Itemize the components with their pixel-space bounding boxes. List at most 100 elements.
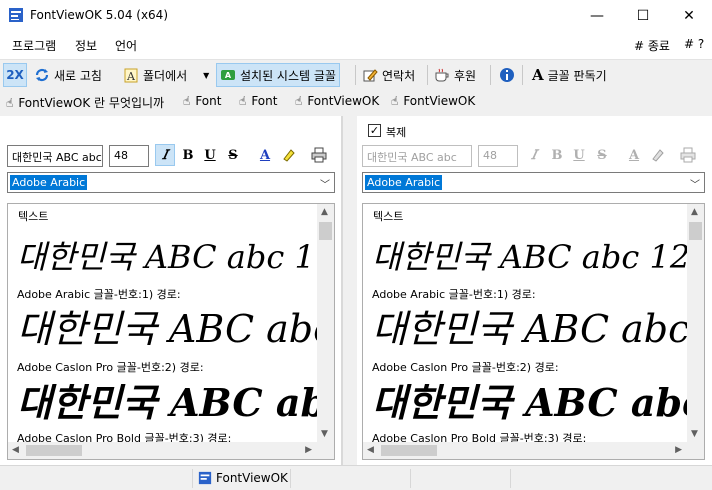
- scroll-thumb[interactable]: [381, 445, 437, 456]
- copy-checkbox[interactable]: ✓: [368, 124, 381, 137]
- donate-button[interactable]: 후원: [431, 63, 479, 87]
- status-label: FontViewOK: [216, 471, 288, 485]
- link-label: FontViewOK 란 무엇입니까: [18, 96, 165, 110]
- info-icon: [500, 68, 514, 82]
- right-preview-area[interactable]: 텍스트 대한민국 ABC abc 12 Adobe Arabic 글꼴-번호:1…: [362, 203, 705, 460]
- scroll-left-icon[interactable]: ◀: [367, 445, 374, 455]
- left-sample-text-input[interactable]: 대한민국 ABC abc: [7, 145, 103, 167]
- contact-button[interactable]: 연락처: [359, 63, 418, 87]
- scroll-right-icon[interactable]: ▶: [305, 445, 312, 455]
- menu-info[interactable]: 정보: [75, 37, 97, 54]
- toolbar-divider: [490, 65, 491, 85]
- pencil-icon: [363, 69, 378, 82]
- horizontal-scrollbar[interactable]: ◀ ▶: [8, 442, 334, 459]
- chevron-down-icon: ﹀: [320, 180, 330, 191]
- chevron-down-icon[interactable]: ▼: [203, 71, 209, 80]
- left-font-dropdown[interactable]: Adobe Arabic ﹀: [7, 172, 335, 193]
- hand-pointer-icon: ☝: [239, 94, 247, 108]
- underline-button[interactable]: U: [569, 144, 589, 166]
- menu-help[interactable]: # ?: [684, 37, 704, 51]
- highlight-button[interactable]: [278, 144, 298, 166]
- maximize-button[interactable]: ☐: [620, 0, 666, 31]
- scroll-thumb[interactable]: [319, 222, 332, 240]
- right-font-dropdown[interactable]: Adobe Arabic ﹀: [362, 172, 705, 193]
- vertical-scrollbar[interactable]: ▲ ▼: [687, 204, 704, 442]
- bold-button[interactable]: B: [547, 144, 567, 166]
- link-label: Font: [195, 94, 222, 108]
- underline-button[interactable]: U: [200, 144, 220, 166]
- font-sample: 대한민국 ABC abc: [372, 307, 690, 351]
- menu-language[interactable]: 언어: [115, 37, 137, 54]
- menu-program[interactable]: 프로그램: [12, 37, 56, 54]
- font-color-button[interactable]: A: [624, 144, 644, 166]
- chevron-down-icon: ﹀: [690, 180, 700, 191]
- right-sample-text-input[interactable]: 대한민국 ABC abc: [362, 145, 472, 167]
- refresh-label: 새로 고침: [54, 68, 102, 83]
- installed-fonts-label: 설치된 시스템 글꼴: [240, 68, 336, 83]
- scroll-thumb[interactable]: [689, 222, 702, 240]
- refresh-icon: [35, 68, 49, 82]
- link-bar: ☝ FontViewOK 란 무엇입니까 ☝ Font ☝ Font ☝ Fon…: [0, 89, 712, 116]
- toolbar-divider: [522, 65, 523, 85]
- refresh-button[interactable]: 새로 고침: [31, 63, 105, 87]
- pane-splitter[interactable]: [341, 116, 357, 465]
- status-divider: [510, 469, 511, 488]
- from-folder-button[interactable]: A 폴더에서 ▼: [120, 63, 212, 87]
- scroll-thumb[interactable]: [26, 445, 82, 456]
- italic-button[interactable]: 𝐼: [524, 144, 544, 166]
- status-bar: FontViewOK: [0, 465, 712, 490]
- hand-pointer-icon: ☝: [295, 94, 303, 108]
- installed-fonts-icon: A: [221, 70, 235, 80]
- title-bar: FontViewOK 5.04 (x64) — ☐ ✕: [0, 0, 712, 31]
- left-preview-area[interactable]: 텍스트 대한민국 ABC abc 1 Adobe Arabic 글꼴-번호:1)…: [7, 203, 335, 460]
- close-button[interactable]: ✕: [666, 0, 712, 31]
- hand-pointer-icon: ☝: [6, 95, 14, 110]
- svg-text:A: A: [225, 71, 232, 80]
- font-sample: 대한민국 ABC abc: [17, 380, 335, 425]
- zoom-2x-button[interactable]: 2X: [3, 63, 27, 87]
- horizontal-scrollbar[interactable]: ◀ ▶: [363, 442, 704, 459]
- toolbar-divider: [355, 65, 356, 85]
- print-button[interactable]: [678, 144, 698, 166]
- right-font-selected: Adobe Arabic: [365, 175, 443, 190]
- scroll-down-icon[interactable]: ▼: [321, 429, 328, 439]
- scroll-up-icon[interactable]: ▲: [321, 207, 328, 217]
- font-color-button[interactable]: A: [255, 144, 275, 166]
- installed-fonts-button[interactable]: A 설치된 시스템 글꼴: [216, 63, 340, 87]
- link-label: Font: [251, 94, 278, 108]
- italic-button[interactable]: 𝐼: [155, 144, 175, 166]
- left-size-input[interactable]: 48: [109, 145, 149, 167]
- link-what-is[interactable]: ☝ FontViewOK 란 무엇입니까: [6, 94, 164, 111]
- toolbar-divider: [427, 65, 428, 85]
- strikethrough-button[interactable]: S: [223, 144, 243, 166]
- font-reader-label: 글꼴 판독기: [547, 68, 607, 83]
- highlight-button[interactable]: [647, 144, 667, 166]
- font-sample: 대한민국 ABC abc: [372, 380, 705, 425]
- minimize-button[interactable]: —: [574, 0, 620, 31]
- hand-pointer-icon: ☝: [183, 94, 191, 108]
- link-label: FontViewOK: [403, 94, 476, 108]
- scroll-down-icon[interactable]: ▼: [691, 429, 698, 439]
- app-icon: [9, 8, 23, 22]
- link-fontviewok-2[interactable]: ☝ FontViewOK: [391, 94, 475, 108]
- info-button[interactable]: [496, 63, 518, 87]
- vertical-scrollbar[interactable]: ▲ ▼: [317, 204, 334, 442]
- font-reader-button[interactable]: A 글꼴 판독기: [529, 63, 610, 87]
- donate-label: 후원: [454, 68, 477, 83]
- menu-bar: 프로그램 정보 언어 # 종료 # ?: [0, 31, 712, 59]
- toolbar: 2X 새로 고침 A 폴더에서 ▼ A 설치된 시스템 글꼴 연락처 후원 A …: [0, 59, 712, 89]
- printer-icon: [680, 147, 696, 163]
- strikethrough-button[interactable]: S: [592, 144, 612, 166]
- print-button[interactable]: [309, 144, 329, 166]
- link-font-2[interactable]: ☝ Font: [239, 94, 277, 108]
- right-size-input[interactable]: 48: [478, 145, 518, 167]
- scroll-left-icon[interactable]: ◀: [12, 445, 19, 455]
- link-font-1[interactable]: ☝ Font: [183, 94, 221, 108]
- preview-label: 텍스트: [18, 210, 49, 223]
- bold-button[interactable]: B: [178, 144, 198, 166]
- scroll-up-icon[interactable]: ▲: [691, 207, 698, 217]
- link-fontviewok-1[interactable]: ☝ FontViewOK: [295, 94, 379, 108]
- menu-exit[interactable]: # 종료: [634, 37, 670, 54]
- highlighter-icon: [283, 149, 295, 162]
- scroll-right-icon[interactable]: ▶: [675, 445, 682, 455]
